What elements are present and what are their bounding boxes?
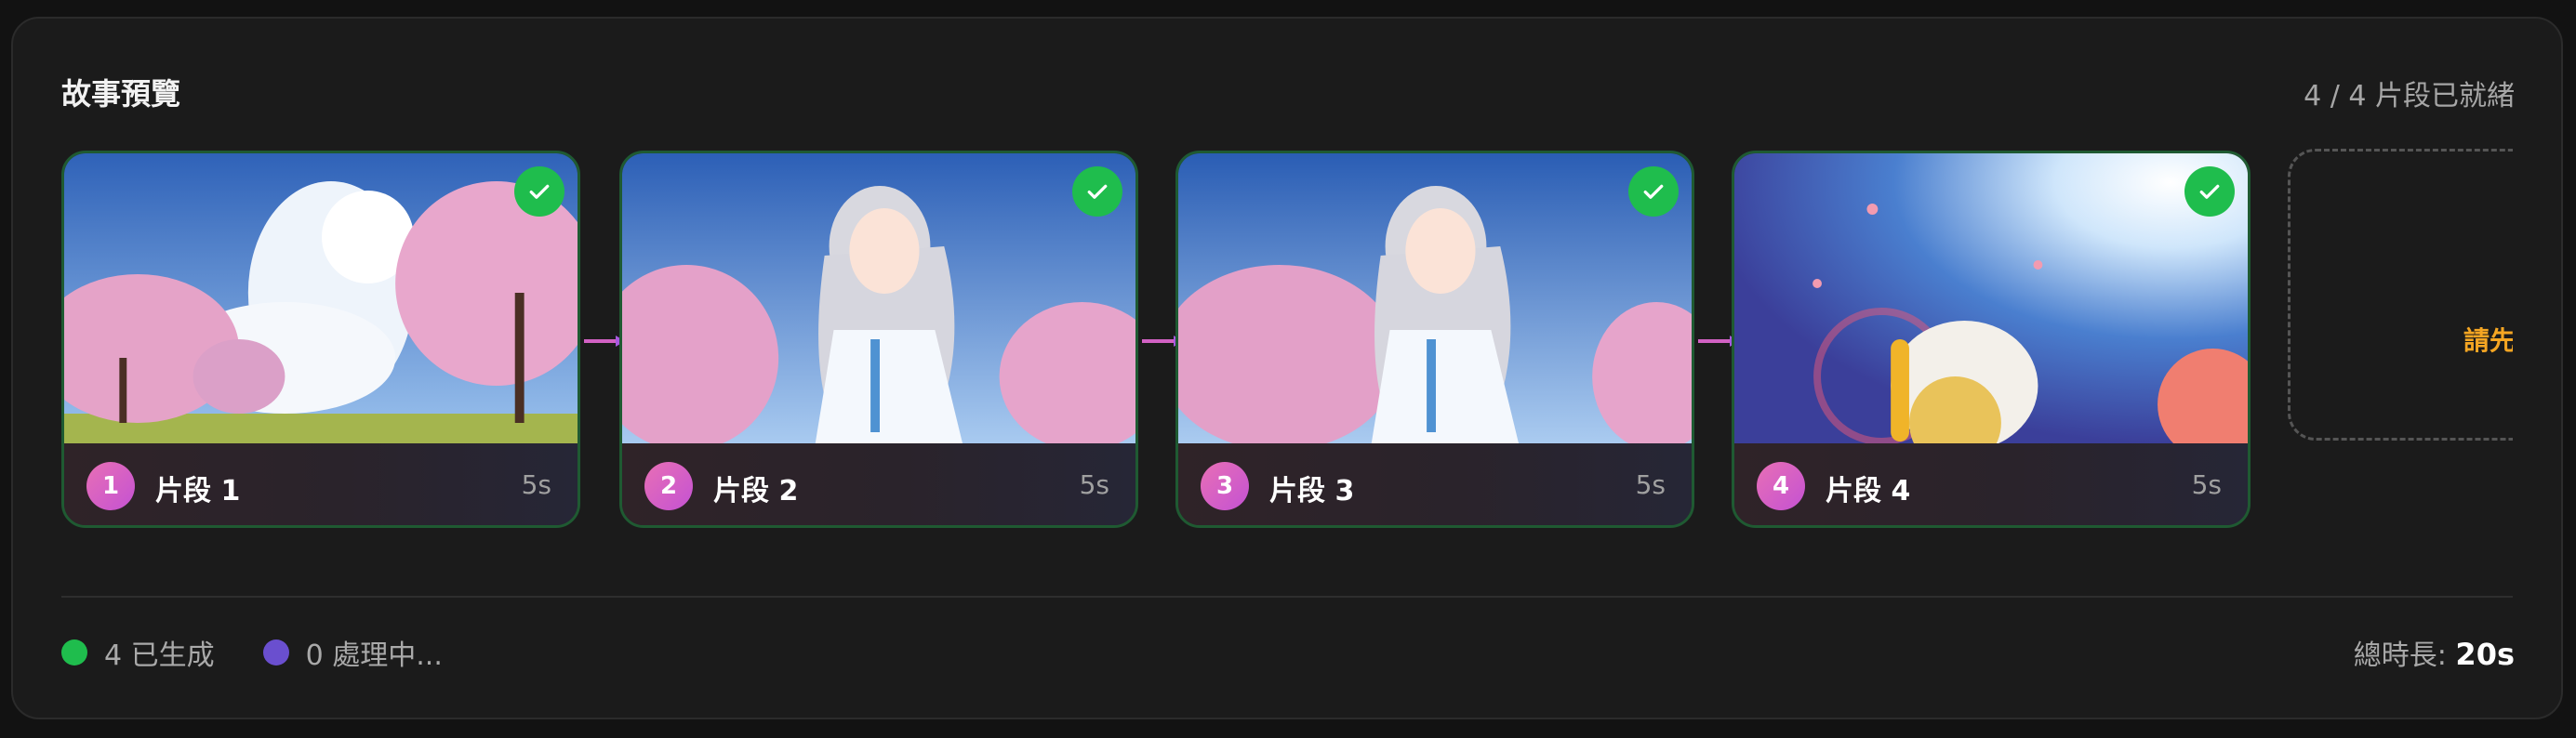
segment-thumbnail-3 <box>1178 153 1692 443</box>
segment-card-1[interactable]: 1 片段 1 5s <box>61 151 580 528</box>
placeholder-text: 請先 <box>2463 325 2513 356</box>
segment-footer-4: 4 片段 4 5s <box>1734 443 2248 525</box>
processing-count: 0 處理中... <box>305 639 443 672</box>
segment-label: 片段 3 <box>1269 475 1355 507</box>
processing-dot-icon <box>262 639 289 666</box>
segment-card-2[interactable]: 2 片段 2 5s <box>619 151 1138 528</box>
segment-footer-2: 2 片段 2 5s <box>622 443 1135 525</box>
segment-label: 片段 1 <box>155 475 241 507</box>
segment-duration: 5s <box>1079 469 1109 500</box>
generated-dot-icon <box>61 639 87 666</box>
page-title: 故事預覽 <box>61 76 181 112</box>
segment-thumbnail-1 <box>64 153 578 443</box>
complete-check-icon-2 <box>1072 166 1122 217</box>
ready-status: 4 / 4 片段已就緒 <box>2304 80 2515 112</box>
segment-number-badge: 2 <box>644 462 693 510</box>
segment-label: 片段 4 <box>1826 475 1911 507</box>
segment-number-badge: 3 <box>1201 462 1249 510</box>
complete-check-icon-3 <box>1628 166 1679 217</box>
segment-thumbnail-2 <box>622 153 1135 443</box>
total-duration: 總時長: 20s <box>2354 632 2515 673</box>
total-duration-label: 總時長: <box>2353 639 2456 672</box>
add-segment-placeholder[interactable]: 請先 <box>2288 149 2513 441</box>
segment-number-badge: 1 <box>86 462 135 510</box>
generated-count: 4 已生成 <box>104 639 215 672</box>
processing-legend-item: 0 處理中... <box>262 632 443 673</box>
segment-footer-1: 1 片段 1 5s <box>64 443 578 525</box>
segment-footer-3: 3 片段 3 5s <box>1178 443 1692 525</box>
segment-number-badge: 4 <box>1757 462 1805 510</box>
complete-check-icon-4 <box>2184 166 2235 217</box>
status-legend: 4 已生成 0 處理中... <box>61 632 491 673</box>
segment-strip: 1 片段 1 5s 2 片段 2 5s 3 片段 3 5s 4 片段 4 5s … <box>61 149 2513 530</box>
generated-legend-item: 4 已生成 <box>61 632 215 673</box>
segment-card-3[interactable]: 3 片段 3 5s <box>1175 151 1694 528</box>
segment-duration: 5s <box>521 469 551 500</box>
segment-thumbnail-4 <box>1734 153 2248 443</box>
segment-duration: 5s <box>2191 469 2222 500</box>
total-duration-value: 20s <box>2455 637 2515 672</box>
divider <box>61 596 2513 598</box>
segment-label: 片段 2 <box>713 475 799 507</box>
segment-duration: 5s <box>1635 469 1666 500</box>
segment-card-4[interactable]: 4 片段 4 5s <box>1732 151 2251 528</box>
complete-check-icon-1 <box>514 166 564 217</box>
